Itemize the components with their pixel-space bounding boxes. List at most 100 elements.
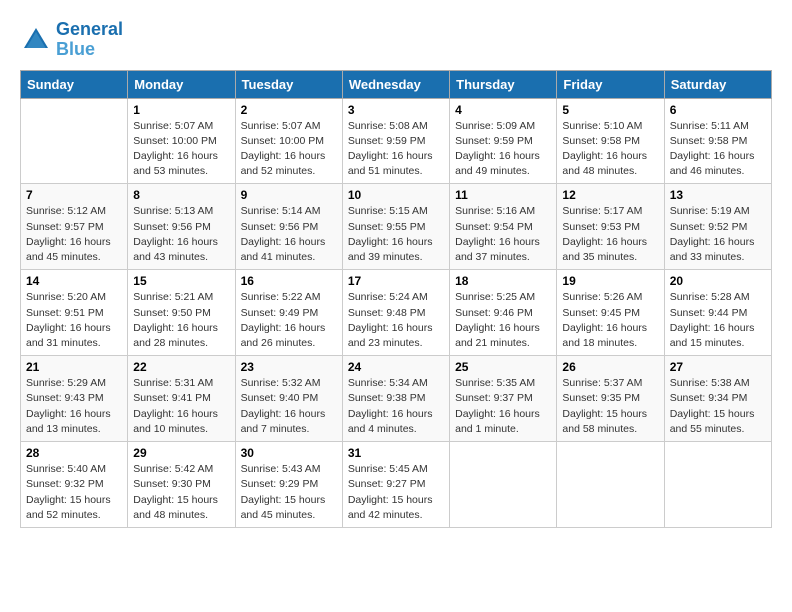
- day-detail: Sunrise: 5:29 AM Sunset: 9:43 PM Dayligh…: [26, 376, 122, 437]
- day-detail: Sunrise: 5:19 AM Sunset: 9:52 PM Dayligh…: [670, 204, 766, 265]
- day-detail: Sunrise: 5:16 AM Sunset: 9:54 PM Dayligh…: [455, 204, 551, 265]
- day-number: 8: [133, 188, 229, 202]
- day-cell: 19Sunrise: 5:26 AM Sunset: 9:45 PM Dayli…: [557, 270, 664, 356]
- day-number: 14: [26, 274, 122, 288]
- day-detail: Sunrise: 5:12 AM Sunset: 9:57 PM Dayligh…: [26, 204, 122, 265]
- day-detail: Sunrise: 5:26 AM Sunset: 9:45 PM Dayligh…: [562, 290, 658, 351]
- logo-text: General Blue: [56, 20, 123, 60]
- day-cell: 29 Sunrise: 5:42 AM Sunset: 9:30 PM Dayli…: [128, 442, 235, 528]
- day-cell: 7Sunrise: 5:12 AM Sunset: 9:57 PM Daylig…: [21, 184, 128, 270]
- day-number: 30: [241, 446, 337, 460]
- day-number: 21: [26, 360, 122, 374]
- day-number: 26: [562, 360, 658, 374]
- day-detail: Sunrise: 5:37 AM Sunset: 9:35 PM Dayligh…: [562, 376, 658, 437]
- day-cell: 9 Sunrise: 5:14 AM Sunset: 9:56 PM Daylig…: [235, 184, 342, 270]
- day-cell: 8Sunrise: 5:13 AM Sunset: 9:56 PM Daylig…: [128, 184, 235, 270]
- day-number: 20: [670, 274, 766, 288]
- day-cell: 6Sunrise: 5:11 AM Sunset: 9:58 PM Daylig…: [664, 98, 771, 184]
- day-cell: 5 Sunrise: 5:10 AM Sunset: 9:58 PM Daylig…: [557, 98, 664, 184]
- week-row-3: 14 Sunrise: 5:20 AM Sunset: 9:51 PM Dayli…: [21, 270, 772, 356]
- day-number: 9: [241, 188, 337, 202]
- day-detail: Sunrise: 5:14 AM Sunset: 9:56 PM Dayligh…: [241, 204, 337, 265]
- day-detail: Sunrise: 5:32 AM Sunset: 9:40 PM Dayligh…: [241, 376, 337, 437]
- day-detail: Sunrise: 5:22 AM Sunset: 9:49 PM Dayligh…: [241, 290, 337, 351]
- day-detail: Sunrise: 5:10 AM Sunset: 9:58 PM Dayligh…: [562, 119, 658, 180]
- logo: General Blue: [20, 20, 123, 60]
- day-number: 31: [348, 446, 444, 460]
- week-row-1: 1Sunrise: 5:07 AM Sunset: 10:00 PM Dayli…: [21, 98, 772, 184]
- day-number: 3: [348, 103, 444, 117]
- day-detail: Sunrise: 5:25 AM Sunset: 9:46 PM Dayligh…: [455, 290, 551, 351]
- day-number: 17: [348, 274, 444, 288]
- day-detail: Sunrise: 5:40 AM Sunset: 9:32 PM Dayligh…: [26, 462, 122, 523]
- day-detail: Sunrise: 5:38 AM Sunset: 9:34 PM Dayligh…: [670, 376, 766, 437]
- day-detail: Sunrise: 5:07 AM Sunset: 10:00 PM Daylig…: [133, 119, 229, 180]
- day-cell: 15 Sunrise: 5:21 AM Sunset: 9:50 PM Dayli…: [128, 270, 235, 356]
- header-cell-thursday: Thursday: [450, 70, 557, 98]
- day-cell: 16Sunrise: 5:22 AM Sunset: 9:49 PM Dayli…: [235, 270, 342, 356]
- day-detail: Sunrise: 5:42 AM Sunset: 9:30 PM Dayligh…: [133, 462, 229, 523]
- day-cell: 23 Sunrise: 5:32 AM Sunset: 9:40 PM Dayli…: [235, 356, 342, 442]
- day-detail: Sunrise: 5:21 AM Sunset: 9:50 PM Dayligh…: [133, 290, 229, 351]
- day-cell: 22Sunrise: 5:31 AM Sunset: 9:41 PM Dayli…: [128, 356, 235, 442]
- header-cell-saturday: Saturday: [664, 70, 771, 98]
- day-detail: Sunrise: 5:45 AM Sunset: 9:27 PM Dayligh…: [348, 462, 444, 523]
- day-cell: 20 Sunrise: 5:28 AM Sunset: 9:44 PM Dayli…: [664, 270, 771, 356]
- day-cell: 31 Sunrise: 5:45 AM Sunset: 9:27 PM Dayli…: [342, 442, 449, 528]
- day-detail: Sunrise: 5:07 AM Sunset: 10:00 PM Daylig…: [241, 119, 337, 180]
- day-number: 2: [241, 103, 337, 117]
- day-detail: Sunrise: 5:28 AM Sunset: 9:44 PM Dayligh…: [670, 290, 766, 351]
- header-cell-monday: Monday: [128, 70, 235, 98]
- day-cell: [21, 98, 128, 184]
- day-cell: 28Sunrise: 5:40 AM Sunset: 9:32 PM Dayli…: [21, 442, 128, 528]
- day-cell: 21 Sunrise: 5:29 AM Sunset: 9:43 PM Dayli…: [21, 356, 128, 442]
- week-row-2: 7Sunrise: 5:12 AM Sunset: 9:57 PM Daylig…: [21, 184, 772, 270]
- header-cell-tuesday: Tuesday: [235, 70, 342, 98]
- day-cell: 11 Sunrise: 5:16 AM Sunset: 9:54 PM Dayli…: [450, 184, 557, 270]
- day-number: 24: [348, 360, 444, 374]
- day-cell: 2 Sunrise: 5:07 AM Sunset: 10:00 PM Dayli…: [235, 98, 342, 184]
- day-detail: Sunrise: 5:11 AM Sunset: 9:58 PM Dayligh…: [670, 119, 766, 180]
- day-cell: 14 Sunrise: 5:20 AM Sunset: 9:51 PM Dayli…: [21, 270, 128, 356]
- day-cell: 24 Sunrise: 5:34 AM Sunset: 9:38 PM Dayli…: [342, 356, 449, 442]
- day-cell: 3 Sunrise: 5:08 AM Sunset: 9:59 PM Daylig…: [342, 98, 449, 184]
- day-cell: [450, 442, 557, 528]
- day-cell: 18 Sunrise: 5:25 AM Sunset: 9:46 PM Dayli…: [450, 270, 557, 356]
- day-number: 27: [670, 360, 766, 374]
- header-cell-friday: Friday: [557, 70, 664, 98]
- day-cell: 26 Sunrise: 5:37 AM Sunset: 9:35 PM Dayli…: [557, 356, 664, 442]
- header-cell-sunday: Sunday: [21, 70, 128, 98]
- day-detail: Sunrise: 5:15 AM Sunset: 9:55 PM Dayligh…: [348, 204, 444, 265]
- logo-icon: [20, 24, 52, 56]
- day-detail: Sunrise: 5:17 AM Sunset: 9:53 PM Dayligh…: [562, 204, 658, 265]
- day-cell: 1Sunrise: 5:07 AM Sunset: 10:00 PM Dayli…: [128, 98, 235, 184]
- day-number: 15: [133, 274, 229, 288]
- page-header: General Blue: [20, 20, 772, 60]
- day-cell: 27 Sunrise: 5:38 AM Sunset: 9:34 PM Dayli…: [664, 356, 771, 442]
- day-cell: 10Sunrise: 5:15 AM Sunset: 9:55 PM Dayli…: [342, 184, 449, 270]
- week-row-5: 28Sunrise: 5:40 AM Sunset: 9:32 PM Dayli…: [21, 442, 772, 528]
- day-detail: Sunrise: 5:34 AM Sunset: 9:38 PM Dayligh…: [348, 376, 444, 437]
- day-cell: 17Sunrise: 5:24 AM Sunset: 9:48 PM Dayli…: [342, 270, 449, 356]
- day-number: 23: [241, 360, 337, 374]
- day-number: 18: [455, 274, 551, 288]
- day-detail: Sunrise: 5:43 AM Sunset: 9:29 PM Dayligh…: [241, 462, 337, 523]
- day-cell: 13 Sunrise: 5:19 AM Sunset: 9:52 PM Dayli…: [664, 184, 771, 270]
- day-number: 25: [455, 360, 551, 374]
- day-number: 13: [670, 188, 766, 202]
- day-cell: 4Sunrise: 5:09 AM Sunset: 9:59 PM Daylig…: [450, 98, 557, 184]
- header-row: SundayMondayTuesdayWednesdayThursdayFrid…: [21, 70, 772, 98]
- day-cell: 12Sunrise: 5:17 AM Sunset: 9:53 PM Dayli…: [557, 184, 664, 270]
- calendar-table: SundayMondayTuesdayWednesdayThursdayFrid…: [20, 70, 772, 528]
- day-number: 11: [455, 188, 551, 202]
- day-cell: 25 Sunrise: 5:35 AM Sunset: 9:37 PM Dayli…: [450, 356, 557, 442]
- day-number: 5: [562, 103, 658, 117]
- day-cell: 30 Sunrise: 5:43 AM Sunset: 9:29 PM Dayli…: [235, 442, 342, 528]
- day-detail: Sunrise: 5:35 AM Sunset: 9:37 PM Dayligh…: [455, 376, 551, 437]
- header-cell-wednesday: Wednesday: [342, 70, 449, 98]
- day-number: 29: [133, 446, 229, 460]
- day-cell: [664, 442, 771, 528]
- day-detail: Sunrise: 5:20 AM Sunset: 9:51 PM Dayligh…: [26, 290, 122, 351]
- week-row-4: 21 Sunrise: 5:29 AM Sunset: 9:43 PM Dayli…: [21, 356, 772, 442]
- day-detail: Sunrise: 5:08 AM Sunset: 9:59 PM Dayligh…: [348, 119, 444, 180]
